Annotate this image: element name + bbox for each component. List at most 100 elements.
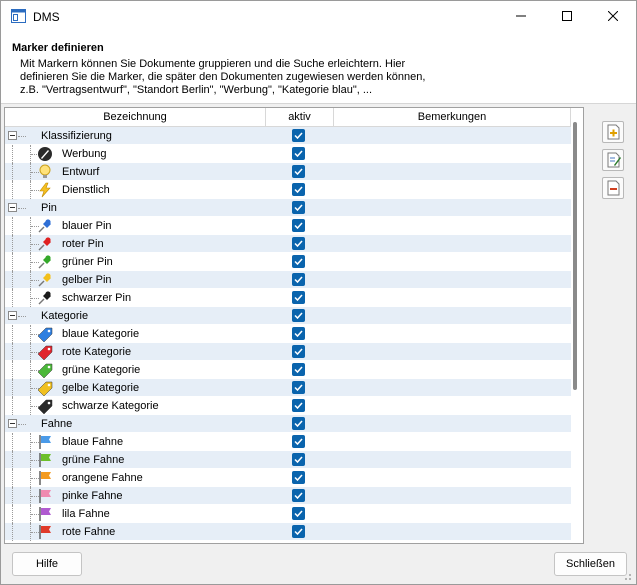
active-checkbox[interactable]: [292, 129, 305, 142]
remarks-cell[interactable]: [333, 397, 571, 415]
remarks-cell[interactable]: [333, 235, 571, 253]
marker-row[interactable]: schwarze Kategorie: [5, 397, 571, 415]
remarks-cell[interactable]: [333, 307, 571, 325]
active-checkbox[interactable]: [292, 417, 305, 430]
active-checkbox[interactable]: [292, 507, 305, 520]
group-row[interactable]: Pin: [5, 199, 571, 217]
marker-row[interactable]: gelber Pin: [5, 271, 571, 289]
active-checkbox[interactable]: [292, 291, 305, 304]
remarks-cell[interactable]: [333, 145, 571, 163]
remarks-cell[interactable]: [333, 271, 571, 289]
remarks-cell[interactable]: [333, 361, 571, 379]
tree-connector: [12, 505, 13, 523]
active-cell: [265, 145, 333, 163]
marker-row[interactable]: gelbe Kategorie: [5, 379, 571, 397]
active-checkbox[interactable]: [292, 345, 305, 358]
marker-row[interactable]: grüne Fahne: [5, 451, 571, 469]
name-cell: Werbung: [5, 145, 265, 163]
resize-grip-icon[interactable]: [619, 568, 633, 582]
active-checkbox[interactable]: [292, 147, 305, 160]
remarks-cell[interactable]: [333, 415, 571, 433]
maximize-button[interactable]: [544, 1, 590, 31]
remarks-cell[interactable]: [333, 469, 571, 487]
remarks-cell[interactable]: [333, 451, 571, 469]
title-bar[interactable]: DMS: [1, 1, 636, 31]
minimize-icon: [516, 15, 526, 17]
marker-row[interactable]: Werbung: [5, 145, 571, 163]
collapse-icon[interactable]: [8, 131, 17, 140]
marker-row[interactable]: Entwurf: [5, 163, 571, 181]
collapse-icon[interactable]: [8, 203, 17, 212]
group-row[interactable]: Fahne: [5, 415, 571, 433]
marker-row[interactable]: schwarzer Pin: [5, 289, 571, 307]
marker-row[interactable]: rote Kategorie: [5, 343, 571, 361]
active-checkbox[interactable]: [292, 489, 305, 502]
remarks-cell[interactable]: [333, 325, 571, 343]
active-checkbox[interactable]: [292, 435, 305, 448]
remarks-cell[interactable]: [333, 523, 571, 541]
flag-icon: [37, 524, 53, 540]
remarks-cell[interactable]: [333, 487, 571, 505]
edit-marker-button[interactable]: [602, 149, 624, 171]
active-checkbox[interactable]: [292, 165, 305, 178]
group-row[interactable]: Kategorie: [5, 307, 571, 325]
remarks-cell[interactable]: [333, 199, 571, 217]
remarks-cell[interactable]: [333, 127, 571, 145]
remarks-cell[interactable]: [333, 505, 571, 523]
marker-row[interactable]: grüner Pin: [5, 253, 571, 271]
close-window-button[interactable]: [590, 1, 636, 31]
remarks-cell[interactable]: [333, 289, 571, 307]
remove-marker-button[interactable]: [602, 177, 624, 199]
remarks-cell[interactable]: [333, 181, 571, 199]
active-cell: [265, 325, 333, 343]
minimize-button[interactable]: [498, 1, 544, 31]
marker-row[interactable]: blauer Pin: [5, 217, 571, 235]
active-checkbox[interactable]: [292, 525, 305, 538]
column-header-bemerkungen[interactable]: Bemerkungen: [334, 108, 571, 126]
remarks-cell[interactable]: [333, 343, 571, 361]
marker-row[interactable]: rote Fahne: [5, 523, 571, 541]
close-button[interactable]: Schließen: [554, 552, 627, 576]
active-checkbox[interactable]: [292, 201, 305, 214]
remarks-cell[interactable]: [333, 163, 571, 181]
active-checkbox[interactable]: [292, 183, 305, 196]
active-checkbox[interactable]: [292, 381, 305, 394]
tag-icon: [37, 362, 53, 379]
active-checkbox[interactable]: [292, 453, 305, 466]
help-button[interactable]: Hilfe: [12, 552, 82, 576]
active-checkbox[interactable]: [292, 399, 305, 412]
marker-label: grüne Kategorie: [62, 364, 141, 376]
marker-row[interactable]: grüne Kategorie: [5, 361, 571, 379]
marker-grid[interactable]: Bezeichnung aktiv Bemerkungen Klassifizi…: [4, 107, 584, 544]
marker-row[interactable]: pinke Fahne: [5, 487, 571, 505]
remarks-cell[interactable]: [333, 379, 571, 397]
active-checkbox[interactable]: [292, 471, 305, 484]
marker-row[interactable]: Dienstlich: [5, 181, 571, 199]
add-marker-button[interactable]: [602, 121, 624, 143]
active-checkbox[interactable]: [292, 237, 305, 250]
active-checkbox[interactable]: [292, 327, 305, 340]
marker-row[interactable]: roter Pin: [5, 235, 571, 253]
name-cell: blaue Kategorie: [5, 325, 265, 343]
column-header-bezeichnung[interactable]: Bezeichnung: [5, 108, 266, 126]
marker-row[interactable]: orangene Fahne: [5, 469, 571, 487]
marker-row[interactable]: blaue Fahne: [5, 433, 571, 451]
remarks-cell[interactable]: [333, 217, 571, 235]
tree-connector: [12, 469, 13, 487]
active-checkbox[interactable]: [292, 255, 305, 268]
vertical-scrollbar[interactable]: [573, 122, 577, 390]
active-checkbox[interactable]: [292, 219, 305, 232]
marker-label: blaue Fahne: [62, 436, 124, 448]
remarks-cell[interactable]: [333, 253, 571, 271]
group-row[interactable]: Klassifizierung: [5, 127, 571, 145]
collapse-icon[interactable]: [8, 419, 17, 428]
marker-row[interactable]: lila Fahne: [5, 505, 571, 523]
column-header-aktiv[interactable]: aktiv: [266, 108, 334, 126]
remarks-cell[interactable]: [333, 433, 571, 451]
collapse-icon[interactable]: [8, 311, 17, 320]
active-checkbox[interactable]: [292, 309, 305, 322]
marker-row[interactable]: blaue Kategorie: [5, 325, 571, 343]
active-checkbox[interactable]: [292, 273, 305, 286]
active-cell: [265, 235, 333, 253]
active-checkbox[interactable]: [292, 363, 305, 376]
